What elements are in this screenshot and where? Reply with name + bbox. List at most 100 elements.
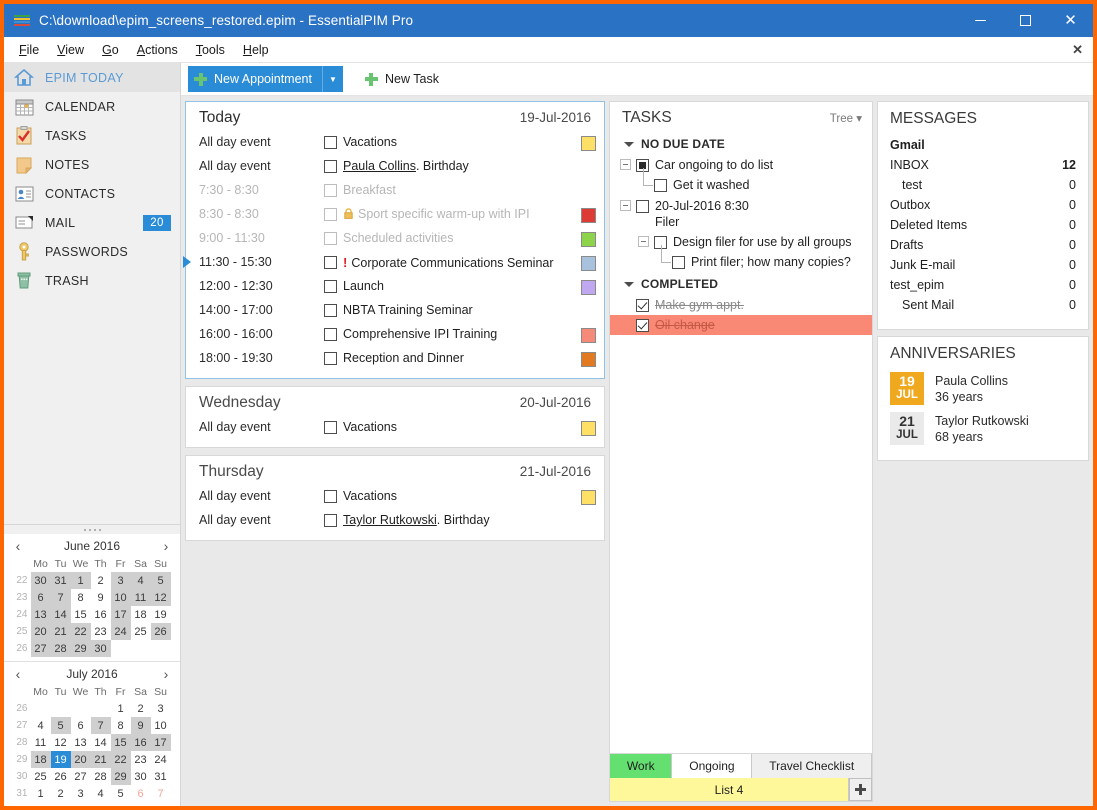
event-checkbox[interactable] [324, 490, 337, 503]
task-row[interactable]: Car ongoing to do list [610, 155, 872, 175]
event-checkbox[interactable] [324, 160, 337, 173]
task-group-header[interactable]: COMPLETED [610, 273, 872, 295]
event-checkbox[interactable] [324, 514, 337, 527]
task-tab-travel-checklist[interactable]: Travel Checklist [752, 754, 872, 778]
anniversary-row[interactable]: 19JULPaula Collins36 years [878, 370, 1088, 410]
tab-list-4[interactable]: List 4 [610, 778, 849, 801]
sidebar-splitter-grip[interactable] [4, 524, 180, 534]
task-row[interactable]: Make gym appt. [610, 295, 872, 315]
event-checkbox[interactable] [324, 421, 337, 434]
calendar-day[interactable]: 8 [71, 589, 91, 606]
event-row[interactable]: 7:30 - 8:30Breakfast [186, 179, 604, 203]
calendar-day[interactable]: 14 [51, 606, 71, 623]
menu-actions[interactable]: Actions [128, 40, 187, 60]
calendar-day[interactable]: 31 [51, 572, 71, 589]
event-row[interactable]: 8:30 - 8:30Sport specific warm-up with I… [186, 203, 604, 227]
calendar-day[interactable]: 26 [151, 623, 171, 640]
message-folder-row[interactable]: Outbox0 [878, 195, 1088, 215]
calendar-day[interactable]: 13 [31, 606, 51, 623]
menu-go[interactable]: Go [93, 40, 128, 60]
new-appointment-button[interactable]: New Appointment ▼ [188, 66, 343, 92]
calendar-day[interactable]: 12 [151, 589, 171, 606]
event-checkbox[interactable] [324, 256, 337, 269]
sidebar-item-passwords[interactable]: PASSWORDS [4, 237, 180, 266]
calendar-day[interactable]: 18 [131, 606, 151, 623]
event-row[interactable]: 9:00 - 11:30Scheduled activities [186, 227, 604, 251]
calendar-day[interactable]: 25 [131, 623, 151, 640]
message-folder-row[interactable]: Deleted Items0 [878, 215, 1088, 235]
task-tab-work[interactable]: Work [610, 754, 672, 778]
sidebar-item-calendar[interactable]: CALENDAR [4, 92, 180, 121]
event-checkbox[interactable] [324, 280, 337, 293]
calendar-day[interactable]: 30 [91, 640, 111, 657]
calendar-day[interactable]: 1 [31, 785, 51, 802]
task-tab-ongoing[interactable]: Ongoing [672, 754, 752, 778]
task-group-header[interactable]: NO DUE DATE [610, 133, 872, 155]
task-row[interactable]: Design filer for use by all groups [610, 232, 872, 252]
message-folder-row[interactable]: Sent Mail0 [878, 295, 1088, 315]
task-row[interactable]: Print filer; how many copies? [610, 252, 872, 273]
calendar-day[interactable]: 19 [151, 606, 171, 623]
message-folder-row[interactable]: Gmail [878, 135, 1088, 155]
calendar-day[interactable]: 21 [91, 751, 111, 768]
calendar-day[interactable]: 25 [31, 768, 51, 785]
event-row[interactable]: All day eventTaylor Rutkowski. Birthday [186, 509, 604, 533]
sidebar-item-notes[interactable]: NOTES [4, 150, 180, 179]
calendar-day[interactable]: 1 [71, 572, 91, 589]
calendar-day[interactable]: 14 [91, 734, 111, 751]
calendar-day-selected[interactable]: 19 [51, 751, 71, 768]
calendar-day[interactable]: 8 [111, 717, 131, 734]
task-row[interactable]: Get it washed [610, 175, 872, 196]
task-checkbox[interactable] [636, 200, 649, 213]
calendar-day[interactable]: 1 [111, 700, 131, 717]
calendar-day[interactable]: 24 [151, 751, 171, 768]
menu-tools[interactable]: Tools [187, 40, 234, 60]
calendar-day[interactable]: 3 [71, 785, 91, 802]
event-row[interactable]: All day eventVacations [186, 131, 604, 155]
calendar-day[interactable]: 31 [151, 768, 171, 785]
event-row[interactable]: 16:00 - 16:00Comprehensive IPI Training [186, 323, 604, 347]
task-checkbox[interactable] [636, 299, 649, 312]
calendar-day[interactable]: 13 [71, 734, 91, 751]
message-folder-row[interactable]: Junk E-mail0 [878, 255, 1088, 275]
calendar-day[interactable]: 15 [111, 734, 131, 751]
close-tab-button[interactable]: ✕ [1072, 42, 1083, 58]
calendar-day[interactable]: 5 [51, 717, 71, 734]
calendar-day[interactable]: 16 [91, 606, 111, 623]
calendar-day[interactable]: 6 [131, 785, 151, 802]
calendar-day[interactable]: 27 [31, 640, 51, 657]
calendar-day[interactable]: 30 [131, 768, 151, 785]
event-checkbox[interactable] [324, 232, 337, 245]
calendar-day[interactable]: 6 [31, 589, 51, 606]
calendar-day[interactable]: 15 [71, 606, 91, 623]
calendar-day[interactable]: 23 [131, 751, 151, 768]
event-checkbox[interactable] [324, 304, 337, 317]
message-folder-row[interactable]: Drafts0 [878, 235, 1088, 255]
sidebar-item-tasks[interactable]: TASKS [4, 121, 180, 150]
sidebar-item-contacts[interactable]: CONTACTS [4, 179, 180, 208]
mini-calendar-grid[interactable]: Mo Tu We Th Fr Sa Su 2612327456789102811… [14, 685, 171, 802]
calendar-day[interactable]: 22 [111, 751, 131, 768]
new-task-button[interactable]: New Task [357, 66, 447, 92]
new-appointment-dropdown-button[interactable]: ▼ [322, 66, 343, 92]
event-checkbox[interactable] [324, 136, 337, 149]
maximize-button[interactable] [1003, 4, 1048, 37]
message-folder-row[interactable]: INBOX12 [878, 155, 1088, 175]
mini-calendar-grid[interactable]: Mo Tu We Th Fr Sa Su 2230311234523678910… [14, 557, 171, 657]
event-checkbox[interactable] [324, 352, 337, 365]
expand-collapse-icon[interactable] [638, 236, 649, 247]
next-month-button[interactable]: › [158, 539, 174, 553]
calendar-day[interactable]: 26 [51, 768, 71, 785]
calendar-day[interactable]: 29 [71, 640, 91, 657]
calendar-day[interactable]: 21 [51, 623, 71, 640]
calendar-day[interactable]: 11 [31, 734, 51, 751]
task-row[interactable]: 20-Jul-2016 8:30Filer [610, 196, 872, 232]
calendar-day[interactable]: 3 [151, 700, 171, 717]
menu-help[interactable]: Help [234, 40, 278, 60]
event-row[interactable]: All day eventPaula Collins. Birthday [186, 155, 604, 179]
calendar-day[interactable]: 29 [111, 768, 131, 785]
sidebar-item-mail[interactable]: MAIL 20 [4, 208, 180, 237]
calendar-day[interactable]: 9 [91, 589, 111, 606]
message-folder-row[interactable]: test_epim0 [878, 275, 1088, 295]
calendar-day[interactable]: 28 [51, 640, 71, 657]
